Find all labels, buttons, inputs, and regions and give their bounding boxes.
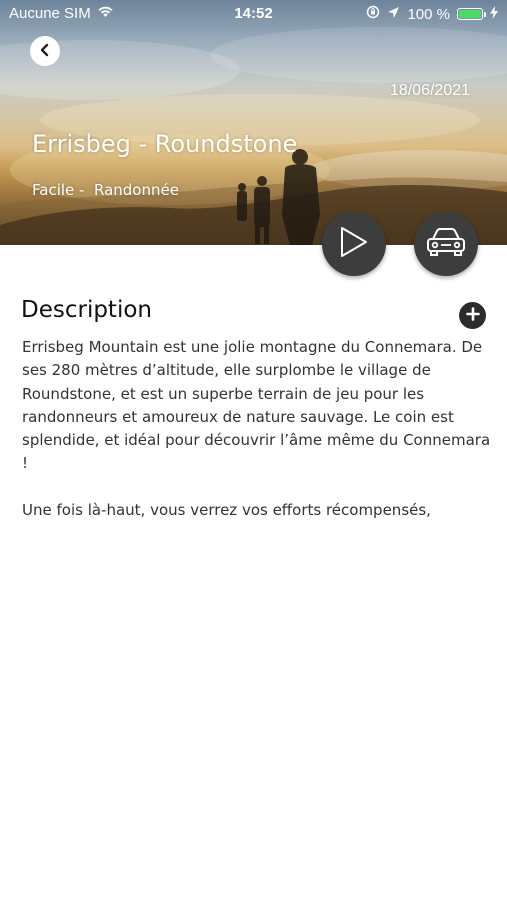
description-paragraph: Une fois là-haut, vous verrez vos effort… [22, 500, 431, 519]
battery-icon [457, 8, 486, 20]
hike-difficulty-type: Facile - Randonnée [32, 181, 179, 199]
play-button[interactable] [322, 212, 386, 276]
hike-title: Errisbeg - Roundstone [32, 130, 298, 158]
description-paragraph: Errisbeg Mountain est une jolie montagne… [22, 338, 491, 473]
car-icon [424, 226, 468, 262]
screen: Aucune SIM 14:52 100 % 18/06/2021 Errisb… [0, 0, 507, 900]
status-right: 100 % [366, 5, 498, 23]
battery-cap [484, 12, 486, 17]
orientation-lock-icon [366, 5, 380, 23]
chevron-left-icon [38, 42, 52, 61]
battery-percent: 100 % [407, 5, 450, 23]
status-bar: Aucune SIM 14:52 100 % [0, 0, 507, 28]
hero-image [0, 0, 507, 245]
play-icon [338, 225, 370, 263]
charging-bolt-icon [490, 5, 498, 23]
expand-description-button[interactable] [459, 302, 486, 329]
back-button[interactable] [30, 36, 60, 66]
plus-icon [465, 306, 480, 325]
location-arrow-icon [387, 6, 400, 23]
description-text: Errisbeg Mountain est une jolie montagne… [22, 336, 492, 522]
battery-fill [459, 10, 481, 18]
description-heading: Description [21, 297, 152, 323]
hero-shade [0, 0, 507, 245]
hike-date: 18/06/2021 [389, 82, 470, 99]
directions-button[interactable] [414, 212, 478, 276]
